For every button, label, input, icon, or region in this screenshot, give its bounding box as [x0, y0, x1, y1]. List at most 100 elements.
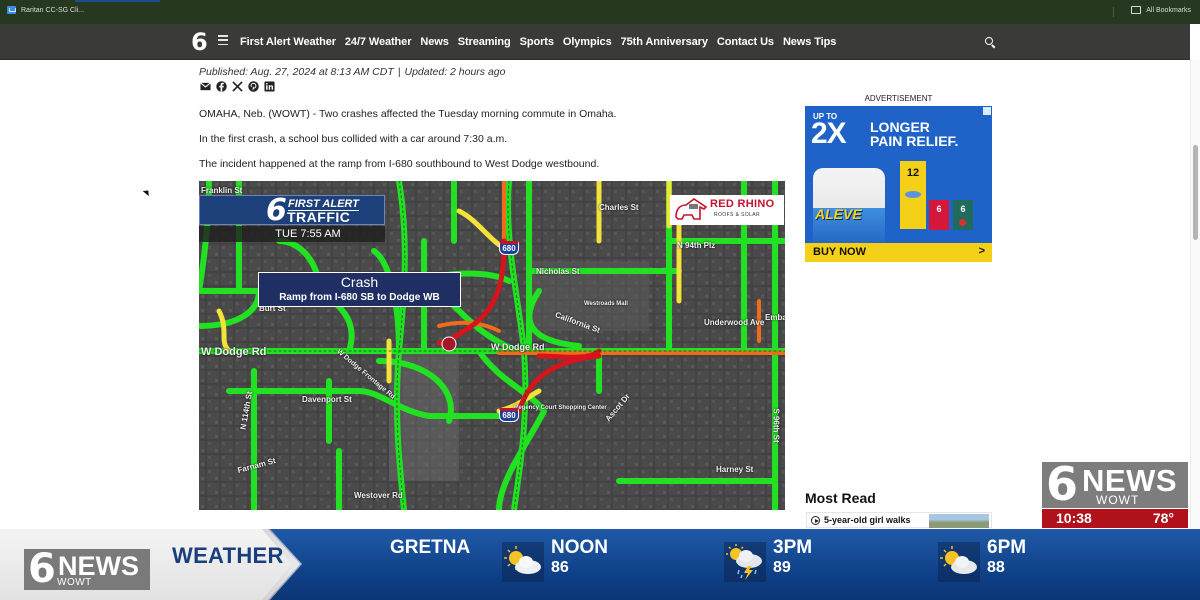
- nav-link-streaming[interactable]: Streaming: [458, 36, 511, 48]
- nav-links: First Alert Weather 24/7 Weather News St…: [240, 36, 836, 48]
- chevron-right-icon: >: [978, 245, 985, 257]
- bookmarks-bar: Raritan CC-SG Cli... All Bookmarks: [0, 0, 1200, 24]
- bookmark-raritan[interactable]: Raritan CC-SG Cli...: [7, 6, 84, 14]
- interstate-shield-icon: 680: [499, 241, 519, 255]
- most-read-title: 5-year-old girl walks: [824, 515, 911, 525]
- search-icon[interactable]: [985, 37, 995, 47]
- street-label: Westroads Mall: [584, 301, 628, 307]
- nav-link-first-alert-weather[interactable]: First Alert Weather: [240, 36, 336, 48]
- nav-link-news-tips[interactable]: News Tips: [783, 36, 836, 48]
- street-label: Underwood Ave: [704, 318, 765, 327]
- street-label: Regency Court Shopping Center: [514, 405, 607, 411]
- news-logo: 6 NEWS WOWT: [24, 546, 150, 592]
- linkedin-icon[interactable]: [264, 81, 275, 92]
- all-bookmarks-label: All Bookmarks: [1146, 6, 1191, 14]
- divider: [1113, 7, 1114, 17]
- ad-brand: ALEVE: [815, 206, 862, 222]
- nav-link-olympics[interactable]: Olympics: [563, 36, 612, 48]
- page-scrollbar[interactable]: [1190, 60, 1200, 528]
- time-temp-bar: 10:38 78°: [1042, 509, 1188, 528]
- buy-now-label: BUY NOW: [813, 246, 866, 258]
- forecast-temp: 86: [551, 559, 569, 576]
- facebook-icon[interactable]: [216, 81, 227, 92]
- ad-headline-big: 2X: [811, 117, 847, 150]
- pill-icon: [905, 191, 921, 198]
- article-paragraph: In the first crash, a school bus collide…: [199, 133, 508, 145]
- street-label: W Dodge Rd: [491, 342, 545, 352]
- weather-lower-third: 6 NEWS WOWT WEATHER GRETNA NOON 86 3PM 8…: [0, 529, 1200, 600]
- forecast-time: 3PM: [773, 537, 813, 558]
- buy-now-button[interactable]: BUY NOW >: [805, 243, 992, 262]
- nav-link-contact-us[interactable]: Contact Us: [717, 36, 774, 48]
- bookmark-label: Raritan CC-SG Cli...: [21, 6, 85, 14]
- thunderstorm-sun-icon: [724, 542, 766, 582]
- logo-number: 6: [28, 546, 56, 592]
- nav-link-sports[interactable]: Sports: [520, 36, 554, 48]
- first-alert-traffic-logo: 6 FIRST ALERT TRAFFIC: [199, 193, 385, 228]
- forecast-time: 6PM: [987, 537, 1027, 558]
- site-logo[interactable]: 6: [191, 28, 208, 56]
- crash-callout: Crash Ramp from I-680 SB to Dodge WB: [258, 272, 461, 307]
- brand-line-2: TRAFFIC: [287, 209, 351, 225]
- traffic-map-image[interactable]: Franklin St Charles St N 94th Plz Nichol…: [199, 181, 785, 510]
- sponsor-name: RED RHINO: [710, 198, 775, 210]
- hamburger-icon[interactable]: [218, 35, 228, 45]
- article-paragraph: The incident happened at the ramp from I…: [199, 158, 600, 170]
- most-read-item[interactable]: 5-year-old girl walks: [806, 512, 992, 528]
- street-label: Davenport St: [302, 395, 352, 404]
- active-tab-indicator: [75, 0, 160, 2]
- street-label: Franklin St: [201, 186, 243, 195]
- advertisement-banner[interactable]: UP TO 2X LONGER PAIN RELIEF. ALEVE 12 6 …: [805, 106, 992, 262]
- street-label: Emba: [765, 313, 785, 322]
- play-icon: [811, 516, 820, 525]
- nav-link-75th-anniversary[interactable]: 75th Anniversary: [621, 36, 708, 48]
- nav-link-news[interactable]: News: [420, 36, 448, 48]
- forecast-temp: 89: [773, 559, 791, 576]
- adchoices-icon[interactable]: [983, 107, 991, 115]
- article-meta: Published: Aug. 27, 2024 at 8:13 AM CDT |…: [199, 66, 506, 78]
- pinterest-icon[interactable]: [248, 81, 259, 92]
- street-label: Harney St: [716, 465, 754, 474]
- sponsor-tagline: ROOFS & SOLAR: [714, 212, 761, 218]
- rhino-icon: [675, 198, 708, 220]
- share-bar: [200, 81, 275, 92]
- updated-time: Updated: 2 hours ago: [404, 66, 506, 78]
- street-label: W Dodge Rd: [201, 346, 267, 358]
- most-read-heading: Most Read: [805, 490, 876, 506]
- traffic-timestamp: TUE 7:55 AM: [199, 226, 385, 242]
- all-bookmarks-button[interactable]: All Bookmarks: [1131, 6, 1191, 14]
- station-bug-logo: 6 NEWS WOWT: [1042, 458, 1188, 510]
- logo-news: NEWS: [58, 551, 139, 581]
- bug-number: 6: [1046, 457, 1079, 511]
- nav-link-24-7-weather[interactable]: 24/7 Weather: [345, 36, 412, 48]
- forecast-city: GRETNA: [390, 537, 471, 558]
- pill-icon: [959, 219, 966, 226]
- street-label: Nicholas St: [536, 267, 580, 276]
- folder-icon: [1131, 6, 1142, 14]
- email-icon[interactable]: [200, 81, 211, 92]
- weather-title: WEATHER: [172, 543, 284, 568]
- partly-cloudy-icon: [502, 542, 544, 582]
- crash-location: Ramp from I-680 SB to Dodge WB: [279, 292, 440, 303]
- sponsor-logo: RED RHINO ROOFS & SOLAR: [670, 195, 784, 225]
- clock-time: 10:38: [1056, 510, 1092, 526]
- crash-title: Crash: [340, 274, 379, 290]
- monitor-icon: [7, 6, 16, 14]
- published-date: Published: Aug. 27, 2024 at 8:13 AM CDT: [199, 66, 394, 78]
- scrollbar-thumb[interactable]: [1193, 145, 1198, 240]
- advertisement-label: ADVERTISEMENT: [864, 94, 933, 103]
- current-temp: 78°: [1152, 510, 1174, 526]
- logo-station: WOWT: [57, 577, 92, 588]
- partly-cloudy-icon: [938, 542, 980, 582]
- forecast-time: NOON: [551, 537, 608, 558]
- ad-headline-1: LONGER: [870, 119, 930, 135]
- bug-station: WOWT: [1096, 493, 1140, 507]
- ad-bar-6hr-red: 6: [929, 200, 949, 230]
- street-label: S 96th St: [771, 408, 781, 443]
- mouse-cursor-icon: [142, 187, 152, 197]
- ad-headline-2: PAIN RELIEF.: [870, 133, 959, 149]
- article-paragraph: OMAHA, Neb. (WOWT) - Two crashes affecte…: [199, 108, 617, 120]
- x-icon[interactable]: [232, 81, 243, 92]
- interstate-shield-icon: 680: [499, 408, 519, 422]
- street-label: Westover Rd: [354, 491, 403, 500]
